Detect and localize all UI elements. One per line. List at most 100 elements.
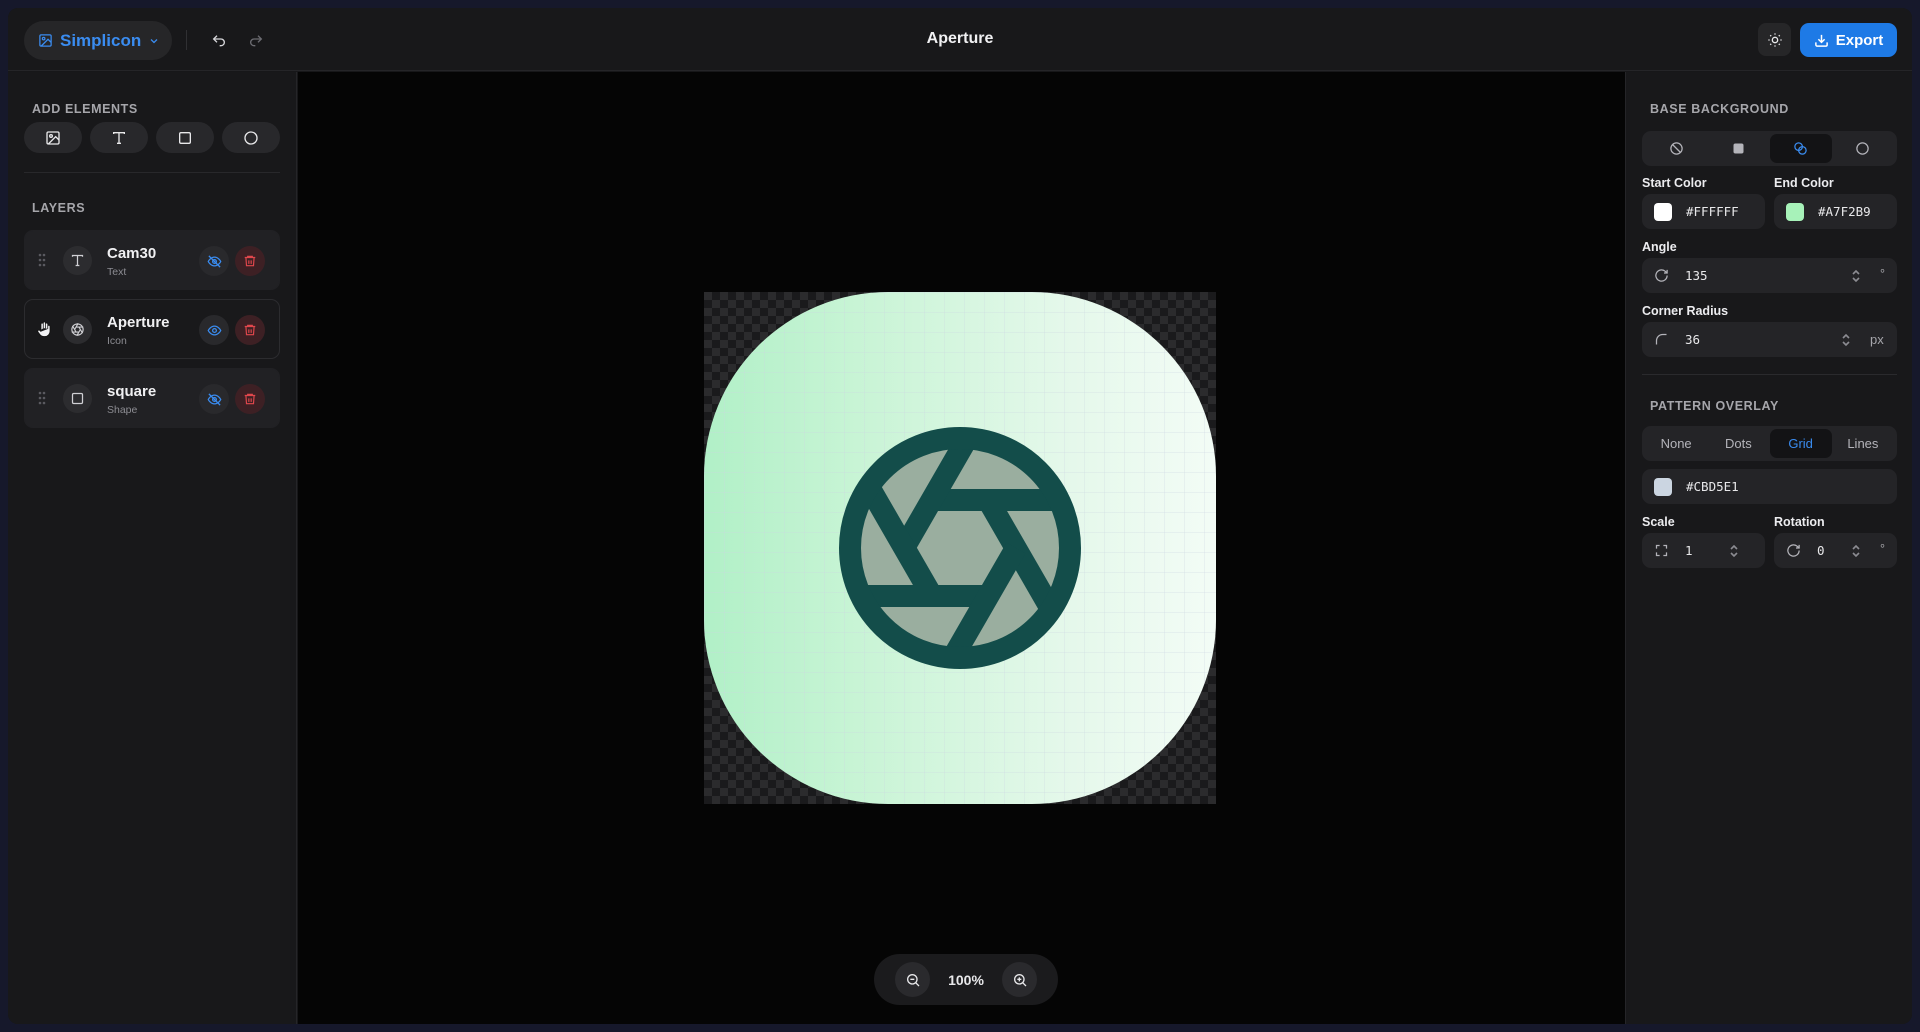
corner-radius-input[interactable]: 36 px [1642,322,1897,357]
rotate-icon [1786,543,1801,558]
layer-item-square[interactable]: square Shape [24,368,280,428]
layer-type-icon [63,315,92,344]
app-window: Simplicon Aperture Export ADD ELEMENTS L… [8,8,1912,1024]
bg-mode-radial[interactable] [1832,134,1894,163]
rotation-unit: ° [1880,542,1885,556]
rotation-stepper[interactable] [1850,543,1862,559]
left-sidebar: ADD ELEMENTS LAYERS Cam30 Text Aperture … [8,72,297,1024]
start-color-value: #FFFFFF [1686,204,1739,219]
scale-stepper[interactable] [1728,543,1740,559]
layers-title: LAYERS [32,201,86,215]
circle-icon [244,130,258,145]
eye-icon [207,324,221,336]
grab-hand-icon[interactable] [35,320,53,338]
text-icon [71,254,84,267]
zoom-in-button[interactable] [1002,962,1037,997]
rotation-value: 0 [1817,543,1825,558]
bg-mode-gradient[interactable] [1769,134,1832,163]
aperture-icon[interactable] [838,426,1082,670]
pattern-color-value: #CBD5E1 [1686,479,1739,494]
pattern-color-swatch[interactable] [1654,477,1672,496]
eye-off-icon [207,254,221,268]
layer-type: Shape [107,404,138,416]
angle-label: Angle [1642,240,1677,254]
corner-radius-icon [1654,332,1669,347]
section-divider [1642,374,1897,375]
drag-handle-icon[interactable] [37,252,47,268]
rotate-icon [1654,268,1669,283]
square-icon [179,131,191,144]
scale-value: 1 [1685,543,1693,558]
add-square-button[interactable] [156,122,214,153]
pattern-option-none[interactable]: None [1645,429,1707,458]
corner-radius-label: Corner Radius [1642,304,1729,318]
layer-item-cam30[interactable]: Cam30 Text [24,230,280,290]
pattern-option-grid[interactable]: Grid [1769,429,1832,458]
image-icon [46,130,60,145]
end-color-field[interactable]: #A7F2B9 [1774,194,1897,229]
canvas-area[interactable]: 100% [298,72,1625,1024]
bg-mode-none[interactable] [1645,134,1707,163]
angle-value: 135 [1685,268,1708,283]
start-color-label: Start Color [1642,176,1707,190]
layer-type-icon [63,246,92,275]
trash-icon [244,324,256,336]
pattern-option-dots[interactable]: Dots [1707,429,1769,458]
text-icon [113,131,125,144]
right-sidebar: BASE BACKGROUND Start Color End Color #F… [1625,72,1912,1024]
angle-input[interactable]: 135 ° [1642,258,1897,293]
theme-toggle-button[interactable] [1758,23,1791,56]
add-image-button[interactable] [24,122,82,153]
angle-unit: ° [1880,267,1885,281]
angle-stepper[interactable] [1850,268,1862,284]
layer-type: Icon [107,335,127,347]
visibility-toggle-button[interactable] [199,384,229,414]
artboard[interactable] [704,292,1216,804]
delete-layer-button[interactable] [235,315,265,345]
zoom-out-icon [906,973,919,986]
rotation-input[interactable]: 0 ° [1774,533,1897,568]
corner-radius-value: 36 [1685,332,1701,347]
scale-label: Scale [1642,515,1675,529]
delete-layer-button[interactable] [235,246,265,276]
drag-handle-icon[interactable] [37,390,47,406]
circle-icon [1856,142,1870,155]
layer-type: Text [107,266,127,278]
layer-type-icon [63,384,92,413]
export-button[interactable]: Export [1800,23,1897,57]
gradient-icon [1794,142,1807,155]
sidebar-divider [24,172,280,173]
delete-layer-button[interactable] [235,384,265,414]
visibility-toggle-button[interactable] [199,315,229,345]
background-mode-selector [1642,131,1897,166]
download-icon [1814,34,1828,47]
end-color-swatch[interactable] [1786,202,1804,221]
add-elements-title: ADD ELEMENTS [32,102,138,116]
trash-icon [244,393,256,405]
corner-radius-stepper[interactable] [1840,332,1852,348]
pattern-selector: None Dots Grid Lines [1642,426,1897,461]
pattern-overlay-title: PATTERN OVERLAY [1650,399,1779,413]
zoom-out-button[interactable] [895,962,930,997]
maximize-icon [1654,543,1669,558]
square-icon [71,392,84,405]
rotation-label: Rotation [1774,515,1825,529]
ban-icon [1669,142,1683,155]
header: Simplicon Aperture Export [8,8,1912,71]
end-color-label: End Color [1774,176,1834,190]
pattern-color-field[interactable]: #CBD5E1 [1642,469,1897,504]
pattern-option-lines[interactable]: Lines [1832,429,1894,458]
corner-radius-unit: px [1870,332,1884,347]
scale-input[interactable]: 1 [1642,533,1765,568]
base-background-shape[interactable] [704,292,1216,804]
layer-name: Aperture [107,314,170,331]
start-color-field[interactable]: #FFFFFF [1642,194,1765,229]
zoom-in-icon [1013,973,1026,986]
add-circle-button[interactable] [222,122,280,153]
start-color-swatch[interactable] [1654,202,1672,221]
bg-mode-solid[interactable] [1707,134,1769,163]
add-text-button[interactable] [90,122,148,153]
layer-item-aperture[interactable]: Aperture Icon [24,299,280,359]
base-background-title: BASE BACKGROUND [1650,102,1789,116]
visibility-toggle-button[interactable] [199,246,229,276]
